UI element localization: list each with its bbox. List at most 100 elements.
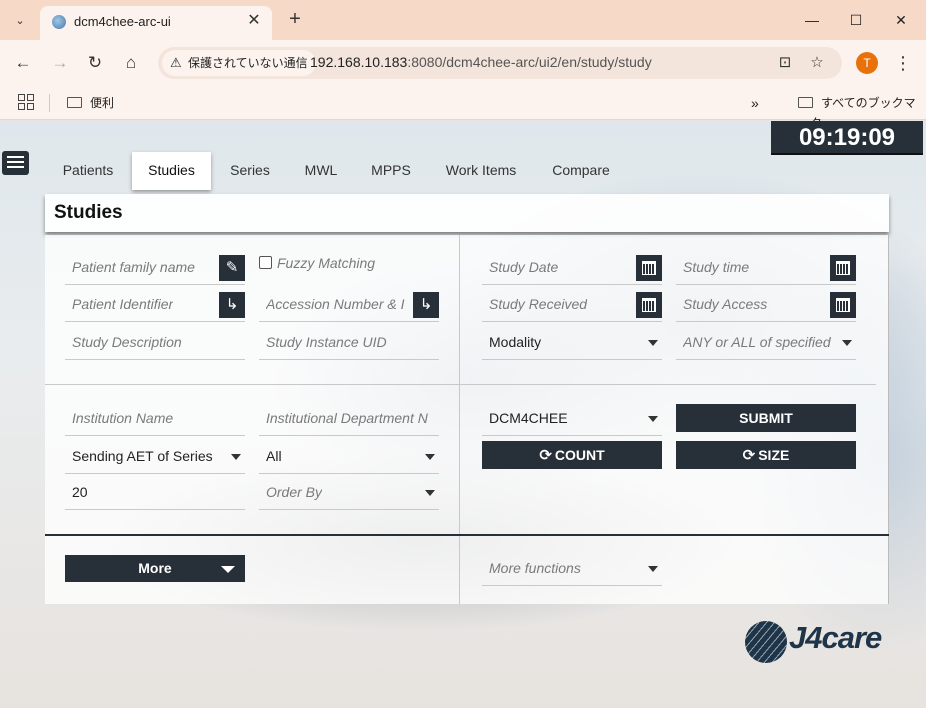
refresh-icon: ⟳ <box>539 447 552 464</box>
study-date-field[interactable]: Study Date <box>482 250 662 285</box>
page-header: Studies <box>45 194 889 232</box>
dropdown-caret-icon <box>648 566 658 572</box>
tab-studies[interactable]: Studies <box>132 152 211 190</box>
page-title: Studies <box>54 202 123 223</box>
more-bookmarks-icon[interactable]: » <box>751 93 759 113</box>
study-date-calendar-icon[interactable] <box>636 255 662 281</box>
study-received-calendar-icon[interactable] <box>636 292 662 318</box>
study-description-field[interactable]: Study Description <box>65 325 245 360</box>
tab-work-items[interactable]: Work Items <box>437 152 525 190</box>
study-access-field[interactable]: Study Access <box>676 287 856 322</box>
url-text[interactable]: 192.168.10.183:8080/dcm4chee-arc/ui2/en/… <box>310 54 652 70</box>
bookmark-star-icon[interactable]: ☆ <box>807 53 827 73</box>
institutional-department-field[interactable]: Institutional Department N <box>259 401 439 436</box>
browser-tab[interactable]: dcm4chee-arc-ui ✕ <box>40 6 272 40</box>
bookmarks-bar: 便利 » すべてのブックマーク <box>0 86 926 130</box>
study-time-field[interactable]: Study time <box>676 250 856 285</box>
sending-aet-value: Sending AET of Series <box>72 448 213 464</box>
submit-button[interactable]: SUBMIT <box>676 404 856 432</box>
home-icon[interactable]: ⌂ <box>119 51 143 75</box>
count-button[interactable]: ⟳ COUNT <box>482 441 662 469</box>
new-tab-icon[interactable]: + <box>284 8 306 30</box>
limit-value: 20 <box>72 484 88 500</box>
study-instance-uid-placeholder: Study Instance UID <box>266 334 387 350</box>
count-label: COUNT <box>554 447 605 463</box>
institutional-department-placeholder: Institutional Department N <box>266 410 428 426</box>
patient-family-name-field[interactable]: Patient family name <box>65 250 245 285</box>
institution-name-field[interactable]: Institution Name <box>65 401 245 436</box>
institution-name-placeholder: Institution Name <box>72 410 174 426</box>
bookmark-folder[interactable]: 便利 <box>67 93 114 113</box>
page-content: 09:19:09 Patients Studies Series MWL MPP… <box>0 121 926 708</box>
profile-avatar[interactable]: T <box>856 52 878 74</box>
security-label: 保護されていない通信 <box>188 56 308 70</box>
study-instance-uid-field[interactable]: Study Instance UID <box>259 325 439 360</box>
tab-patients[interactable]: Patients <box>52 152 124 190</box>
close-tab-icon[interactable]: ✕ <box>244 11 264 31</box>
size-button[interactable]: ⟳ SIZE <box>676 441 856 469</box>
browser-menu-icon[interactable]: ⋮ <box>893 51 913 75</box>
row-divider <box>45 384 876 385</box>
security-chip[interactable]: ⚠ 保護されていない通信 <box>162 50 316 76</box>
sending-aet-all-select[interactable]: All <box>259 439 439 474</box>
more-button[interactable]: More <box>65 555 245 582</box>
address-bar[interactable]: ⚠ 保護されていない通信 192.168.10.183:8080/dcm4che… <box>158 47 842 79</box>
patient-family-name-placeholder: Patient family name <box>72 259 195 275</box>
tab-series[interactable]: Series <box>221 152 279 190</box>
tab-compare[interactable]: Compare <box>543 152 619 190</box>
dropdown-caret-icon <box>648 340 658 346</box>
j4care-logo: J4care <box>745 619 895 664</box>
limit-field[interactable]: 20 <box>65 475 245 510</box>
modality-select[interactable]: Modality <box>482 325 662 360</box>
study-access-placeholder: Study Access <box>683 296 768 312</box>
sending-aet-select[interactable]: Sending AET of Series <box>65 439 245 474</box>
back-icon[interactable]: ← <box>11 51 35 75</box>
dropdown-caret-icon <box>425 490 435 496</box>
study-time-calendar-icon[interactable] <box>830 255 856 281</box>
dropdown-caret-icon <box>425 454 435 460</box>
globe-icon <box>745 621 787 663</box>
hamburger-menu-icon[interactable] <box>2 151 29 175</box>
patient-identifier-field[interactable]: Patient Identifier <box>65 287 245 322</box>
folder-icon <box>798 97 813 108</box>
more-functions-placeholder: More functions <box>489 560 581 576</box>
dropdown-caret-icon <box>648 416 658 422</box>
close-window-icon[interactable]: ✕ <box>891 10 911 30</box>
study-received-placeholder: Study Received <box>489 296 588 312</box>
edit-pencil-icon[interactable]: ✎ <box>219 255 245 281</box>
browser-toolbar: ← → ↻ ⌂ ⚠ 保護されていない通信 192.168.10.183:8080… <box>0 40 926 86</box>
reload-icon[interactable]: ↻ <box>83 51 107 75</box>
section-divider <box>45 534 889 536</box>
favicon-icon <box>52 15 66 29</box>
more-functions-select[interactable]: More functions <box>482 551 662 586</box>
column-divider <box>459 235 460 604</box>
accession-issuer-arrow-icon[interactable]: ↳ <box>413 292 439 318</box>
issuer-arrow-icon[interactable]: ↳ <box>219 292 245 318</box>
tab-mwl[interactable]: MWL <box>295 152 347 190</box>
tab-search-chevron-icon[interactable]: ⌄ <box>8 8 32 32</box>
minimize-icon[interactable]: — <box>802 10 822 30</box>
apps-grid-icon[interactable] <box>18 94 34 110</box>
study-received-field[interactable]: Study Received <box>482 287 662 322</box>
translate-icon[interactable]: ⊡ <box>775 53 795 73</box>
maximize-icon[interactable]: ☐ <box>846 10 866 30</box>
dropdown-caret-icon <box>842 340 852 346</box>
study-access-calendar-icon[interactable] <box>830 292 856 318</box>
order-by-select[interactable]: Order By <box>259 475 439 510</box>
warning-icon: ⚠ <box>170 55 182 70</box>
any-or-all-select[interactable]: ANY or ALL of specified <box>676 325 856 360</box>
forward-icon[interactable]: → <box>48 51 72 75</box>
bookmark-separator <box>49 94 50 112</box>
study-description-placeholder: Study Description <box>72 334 182 350</box>
clock: 09:19:09 <box>771 121 923 155</box>
aet-select[interactable]: DCM4CHEE <box>482 401 662 436</box>
fuzzy-matching-checkbox[interactable] <box>259 256 272 269</box>
more-label: More <box>138 560 172 576</box>
refresh-icon: ⟳ <box>742 447 756 464</box>
accession-number-field[interactable]: Accession Number & I <box>259 287 439 322</box>
tab-title: dcm4chee-arc-ui <box>74 14 171 29</box>
modality-value: Modality <box>489 334 542 350</box>
tab-mpps[interactable]: MPPS <box>361 152 421 190</box>
aet-value: DCM4CHEE <box>489 410 568 426</box>
sending-aet-all-value: All <box>266 448 282 464</box>
